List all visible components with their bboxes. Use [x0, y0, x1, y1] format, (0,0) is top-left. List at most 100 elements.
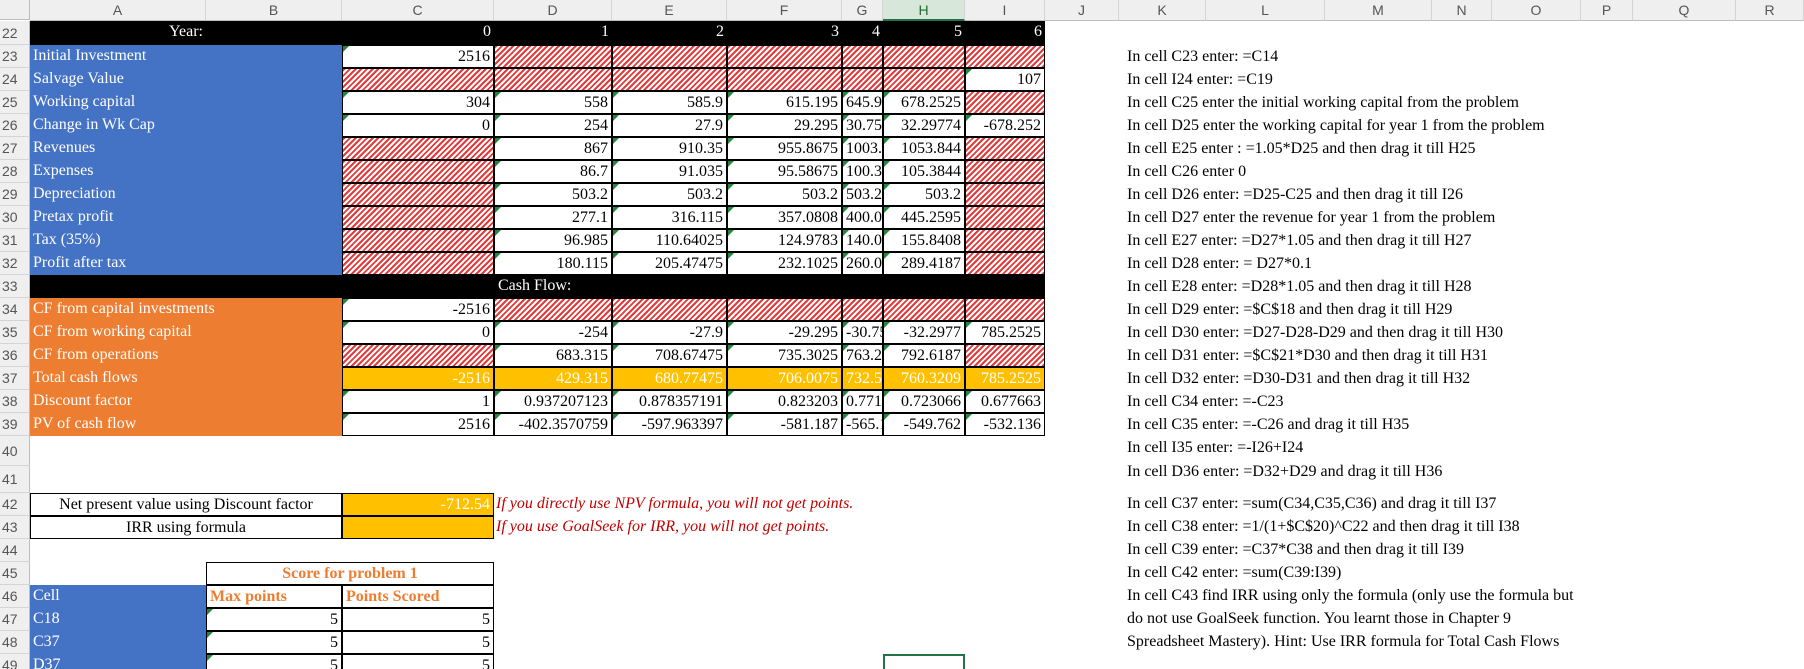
select-all-corner[interactable]: [0, 0, 30, 20]
row-header-40[interactable]: 40: [0, 436, 30, 466]
column-header-h[interactable]: H: [883, 0, 965, 21]
row-header-48[interactable]: 48: [0, 631, 30, 654]
row-header-37[interactable]: 37: [0, 367, 30, 390]
cell[interactable]: -597.963397: [612, 413, 727, 436]
cell[interactable]: [494, 68, 612, 91]
cell[interactable]: 708.67475: [612, 344, 727, 367]
row-header-39[interactable]: 39: [0, 413, 30, 436]
cell[interactable]: 180.115: [494, 252, 612, 275]
cell[interactable]: 400.0948: [842, 206, 883, 229]
row-header-41[interactable]: 41: [0, 466, 30, 493]
cell[interactable]: [342, 183, 494, 206]
row-header-29[interactable]: 29: [0, 183, 30, 206]
cell[interactable]: 867: [494, 137, 612, 160]
cell[interactable]: 503.2: [883, 183, 965, 206]
cell[interactable]: 32.29774: [883, 114, 965, 137]
cell[interactable]: 205.47475: [612, 252, 727, 275]
cell[interactable]: 91.035: [612, 160, 727, 183]
score-row-points-scored[interactable]: 5: [342, 654, 494, 669]
cell[interactable]: [965, 206, 1045, 229]
cell[interactable]: [494, 45, 612, 68]
cell[interactable]: 429.315: [494, 367, 612, 390]
cell[interactable]: [965, 252, 1045, 275]
cell[interactable]: 785.2525: [965, 367, 1045, 390]
cell[interactable]: [842, 298, 883, 321]
cell[interactable]: 558: [494, 91, 612, 114]
cell[interactable]: [342, 160, 494, 183]
cell[interactable]: [965, 298, 1045, 321]
row-header-32[interactable]: 32: [0, 252, 30, 275]
cell[interactable]: 0: [342, 321, 494, 344]
column-header-a[interactable]: A: [30, 0, 206, 21]
cell[interactable]: [612, 298, 727, 321]
cell[interactable]: 0.771511: [842, 390, 883, 413]
cell[interactable]: 155.8408: [883, 229, 965, 252]
cell[interactable]: 645.9548: [842, 91, 883, 114]
cell[interactable]: [727, 68, 842, 91]
cell[interactable]: -30.7598: [842, 321, 883, 344]
cell[interactable]: [883, 45, 965, 68]
cell[interactable]: 110.64025: [612, 229, 727, 252]
active-cell-selection[interactable]: [883, 654, 965, 669]
row-header-36[interactable]: 36: [0, 344, 30, 367]
cell[interactable]: 277.1: [494, 206, 612, 229]
row-header-26[interactable]: 26: [0, 114, 30, 137]
cell[interactable]: 678.2525: [883, 91, 965, 114]
row-header-43[interactable]: 43: [0, 516, 30, 539]
cell[interactable]: -402.3570759: [494, 413, 612, 436]
row-header-23[interactable]: 23: [0, 45, 30, 68]
cell[interactable]: 503.2: [727, 183, 842, 206]
cell[interactable]: [342, 137, 494, 160]
cell[interactable]: 680.77475: [612, 367, 727, 390]
column-header-i[interactable]: I: [965, 0, 1045, 21]
cell[interactable]: 0.677663: [965, 390, 1045, 413]
column-header-d[interactable]: D: [494, 0, 612, 21]
cell[interactable]: 95.58675: [727, 160, 842, 183]
cell[interactable]: 357.0808: [727, 206, 842, 229]
column-header-e[interactable]: E: [612, 0, 727, 21]
cell[interactable]: -27.9: [612, 321, 727, 344]
column-header-c[interactable]: C: [342, 0, 494, 21]
cell[interactable]: [965, 344, 1045, 367]
cell[interactable]: 763.2616: [842, 344, 883, 367]
row-header-49[interactable]: 49: [0, 654, 30, 669]
column-header-r[interactable]: R: [1736, 0, 1804, 21]
cell[interactable]: 316.115: [612, 206, 727, 229]
cell[interactable]: 29.295: [727, 114, 842, 137]
row-header-24[interactable]: 24: [0, 68, 30, 91]
cell[interactable]: -254: [494, 321, 612, 344]
score-row-points-scored[interactable]: 5: [342, 608, 494, 631]
cell[interactable]: 1: [342, 390, 494, 413]
cell[interactable]: -29.295: [727, 321, 842, 344]
cell[interactable]: 792.6187: [883, 344, 965, 367]
row-header-45[interactable]: 45: [0, 562, 30, 585]
cell[interactable]: 585.9: [612, 91, 727, 114]
cell[interactable]: 304: [342, 91, 494, 114]
cell[interactable]: [342, 229, 494, 252]
row-header-28[interactable]: 28: [0, 160, 30, 183]
cell[interactable]: [965, 160, 1045, 183]
cell[interactable]: 683.315: [494, 344, 612, 367]
column-header-o[interactable]: O: [1492, 0, 1581, 21]
cell[interactable]: [965, 183, 1045, 206]
cell[interactable]: 107: [965, 68, 1045, 91]
column-header-f[interactable]: F: [727, 0, 842, 21]
cell[interactable]: [342, 206, 494, 229]
column-header-k[interactable]: K: [1119, 0, 1206, 21]
cell[interactable]: 100.3661: [842, 160, 883, 183]
cell[interactable]: 260.0616: [842, 252, 883, 275]
cell[interactable]: [965, 229, 1045, 252]
cell[interactable]: 706.0075: [727, 367, 842, 390]
cell[interactable]: 732.5019: [842, 367, 883, 390]
row-header-22[interactable]: 22: [0, 21, 30, 45]
cell[interactable]: [883, 298, 965, 321]
row-header-46[interactable]: 46: [0, 585, 30, 608]
cell[interactable]: -2516: [342, 367, 494, 390]
cell[interactable]: [842, 45, 883, 68]
irr-value-cell[interactable]: [342, 516, 494, 539]
cell[interactable]: 0: [342, 114, 494, 137]
column-header-m[interactable]: M: [1325, 0, 1432, 21]
row-header-42[interactable]: 42: [0, 493, 30, 516]
cell[interactable]: 1003.661: [842, 137, 883, 160]
column-header-l[interactable]: L: [1206, 0, 1325, 21]
